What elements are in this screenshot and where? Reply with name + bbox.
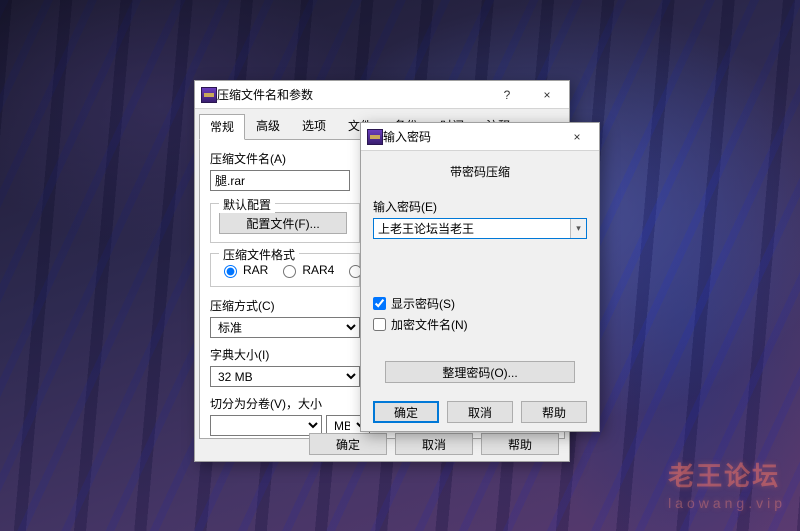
password-dialog-titlebar[interactable]: 输入密码 × xyxy=(361,123,599,151)
watermark: 老王论坛 laowang.vip xyxy=(668,456,786,511)
tab-advanced[interactable]: 高级 xyxy=(245,113,291,139)
format-rar4[interactable]: RAR4 xyxy=(278,262,334,278)
watermark-sub: laowang.vip xyxy=(668,495,786,511)
help-button[interactable]: ? xyxy=(487,82,527,108)
password-input[interactable] xyxy=(373,218,587,239)
archive-dialog-titlebar[interactable]: 压缩文件名和参数 ? × xyxy=(195,81,569,109)
close-button[interactable]: × xyxy=(557,124,597,150)
cancel-button[interactable]: 取消 xyxy=(447,401,513,423)
encrypt-filenames-label[interactable]: 加密文件名(N) xyxy=(391,316,468,333)
show-password-checkbox[interactable] xyxy=(373,297,386,310)
watermark-main: 老王论坛 xyxy=(668,461,780,491)
compression-method-select[interactable]: 标准 xyxy=(210,317,360,338)
encrypt-filenames-checkbox[interactable] xyxy=(373,318,386,331)
split-label: 切分为分卷(V)，大小 xyxy=(210,395,370,412)
rar-app-icon xyxy=(201,87,217,103)
dict-label: 字典大小(I) xyxy=(210,346,360,363)
archive-dialog-title: 压缩文件名和参数 xyxy=(217,86,487,103)
password-dialog: 输入密码 × 带密码压缩 输入密码(E) ▾ 显示密码(S) 加密文件名(N) … xyxy=(360,122,600,432)
rar-app-icon xyxy=(367,129,383,145)
show-password-label[interactable]: 显示密码(S) xyxy=(391,295,455,312)
organize-passwords-button[interactable]: 整理密码(O)... xyxy=(385,361,575,383)
ok-button[interactable]: 确定 xyxy=(309,433,387,455)
help-button[interactable]: 帮助 xyxy=(521,401,587,423)
format-rar[interactable]: RAR xyxy=(219,262,268,278)
tab-general[interactable]: 常规 xyxy=(199,114,245,140)
archive-dialog-buttons: 确定 取消 帮助 xyxy=(195,433,569,455)
filename-input[interactable] xyxy=(210,170,350,191)
tab-options[interactable]: 选项 xyxy=(291,113,337,139)
password-label: 输入密码(E) xyxy=(373,198,587,215)
ok-button[interactable]: 确定 xyxy=(373,401,439,423)
format-legend: 压缩文件格式 xyxy=(219,246,299,263)
password-dialog-subtitle: 带密码压缩 xyxy=(373,163,587,180)
password-dropdown-icon[interactable]: ▾ xyxy=(570,219,586,238)
default-profile-legend: 默认配置 xyxy=(219,196,275,213)
profiles-button[interactable]: 配置文件(F)... xyxy=(219,212,347,234)
cancel-button[interactable]: 取消 xyxy=(395,433,473,455)
help-button-bottom[interactable]: 帮助 xyxy=(481,433,559,455)
method-label: 压缩方式(C) xyxy=(210,297,360,314)
dictionary-size-select[interactable]: 32 MB xyxy=(210,366,360,387)
password-dialog-buttons: 确定 取消 帮助 xyxy=(361,401,599,423)
close-button[interactable]: × xyxy=(527,82,567,108)
password-dialog-title: 输入密码 xyxy=(383,128,557,145)
